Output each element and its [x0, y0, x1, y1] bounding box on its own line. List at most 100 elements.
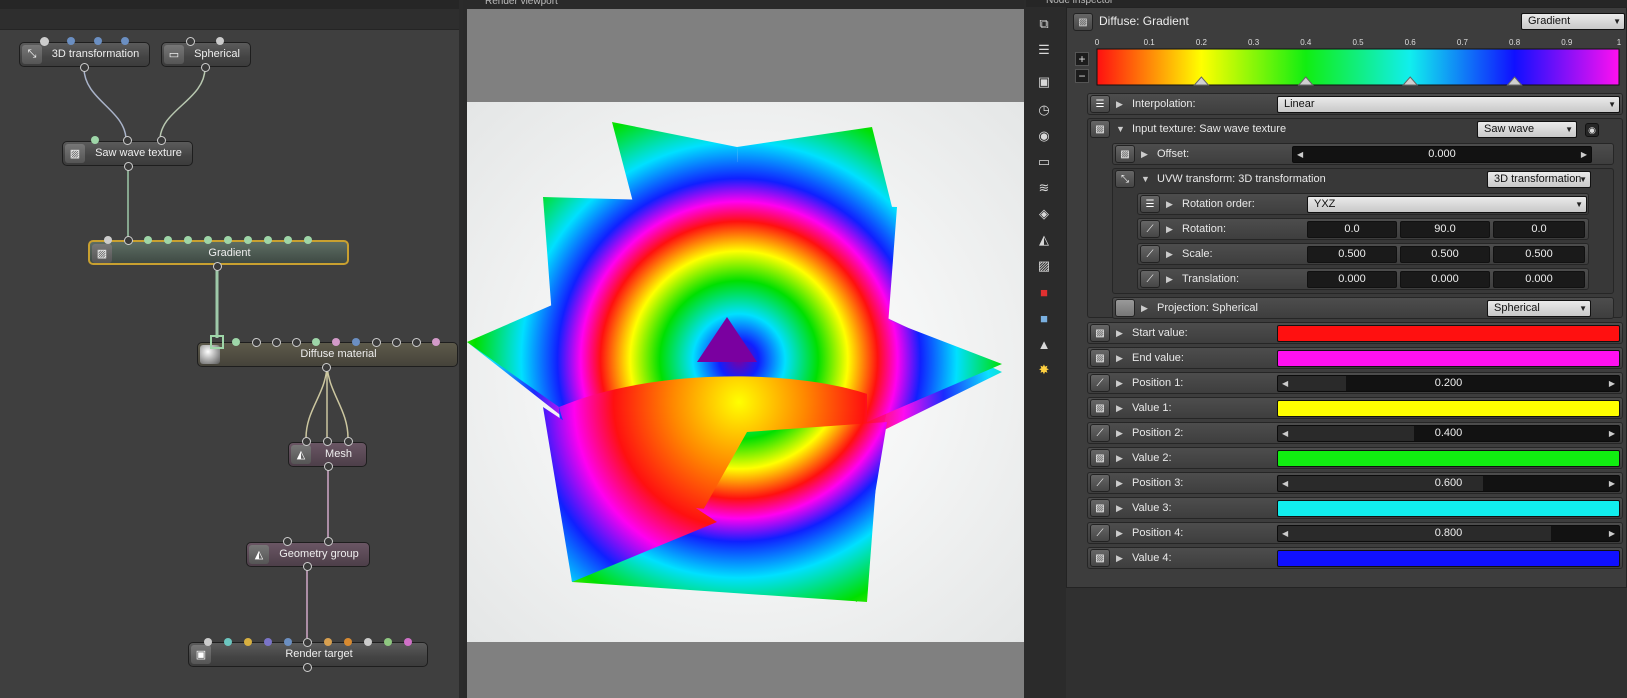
offset-slider[interactable]: ◀ 0.000 ▶ [1292, 146, 1592, 163]
render-viewport-pane[interactable]: Render viewport [467, 0, 1026, 698]
input-pin[interactable] [264, 236, 272, 244]
eye-icon[interactable]: ◉ [1585, 123, 1599, 137]
translation-y-field[interactable]: 0.000 [1400, 271, 1490, 288]
selected-input-pin[interactable] [210, 335, 224, 349]
left-arrow-icon[interactable]: ◀ [1282, 426, 1288, 441]
input-pin[interactable] [283, 537, 292, 546]
rotation-y-field[interactable]: 90.0 [1400, 221, 1490, 238]
expand-arrow-icon[interactable]: ▶ [1116, 94, 1123, 114]
row-position2[interactable]: ⟋ ▶ Position 2: ◀ 0.400 ▶ [1087, 422, 1623, 444]
right-arrow-icon[interactable]: ▶ [1609, 426, 1615, 441]
input-pin[interactable] [352, 338, 360, 346]
output-pin[interactable] [303, 663, 312, 672]
row-uvw-transform[interactable]: ⤡ ▼ UVW transform: 3D transformation 3D … [1112, 168, 1614, 294]
add-stop-button[interactable]: + [1075, 52, 1089, 66]
input-pin[interactable] [432, 338, 440, 346]
expand-arrow-icon[interactable]: ▶ [1116, 498, 1123, 518]
row-end-value[interactable]: ▨ ▶ End value: [1087, 347, 1623, 369]
scale-x-field[interactable]: 0.500 [1307, 246, 1397, 263]
input-pin[interactable] [124, 236, 133, 245]
left-arrow-icon[interactable]: ◀ [1282, 476, 1288, 491]
input-pin[interactable] [67, 37, 75, 45]
color-swatch[interactable] [1277, 450, 1620, 467]
node-inspector-pane[interactable]: Node inspector ⧉ ☰ ▣ ◷ ◉ ▭ ≋ ◈ ◭ ▨ ■ ■ ▲… [1026, 0, 1627, 698]
position-slider[interactable]: ◀ 0.600 ▶ [1277, 475, 1620, 492]
interpolation-dropdown[interactable]: Linear ▼ [1277, 96, 1620, 113]
row-position4[interactable]: ⟋ ▶ Position 4: ◀ 0.800 ▶ [1087, 522, 1623, 544]
output-pin[interactable] [213, 262, 222, 271]
row-rotation[interactable]: ⟋ ▶ Rotation: 0.0 90.0 0.0 [1137, 218, 1589, 240]
row-value4[interactable]: ▨ ▶ Value 4: [1087, 547, 1623, 569]
input-pin[interactable] [224, 638, 232, 646]
scale-y-field[interactable]: 0.500 [1400, 246, 1490, 263]
output-pin[interactable] [303, 562, 312, 571]
right-arrow-icon[interactable]: ▶ [1581, 147, 1587, 162]
input-pin[interactable] [292, 338, 301, 347]
output-pin[interactable] [322, 363, 331, 372]
expand-arrow-icon[interactable]: ▶ [1166, 244, 1173, 264]
input-pin[interactable] [121, 37, 129, 45]
expand-arrow-icon[interactable]: ▶ [1116, 423, 1123, 443]
node-type-dropdown[interactable]: Gradient ▼ [1521, 13, 1625, 30]
position-slider[interactable]: ◀ 0.200 ▶ [1277, 375, 1620, 392]
input-pin[interactable] [164, 236, 172, 244]
color-swatch[interactable] [1277, 325, 1620, 342]
row-interpolation[interactable]: ☰ ▶ Interpolation: Linear ▼ [1087, 93, 1623, 115]
input-pin[interactable] [344, 437, 353, 446]
row-translation[interactable]: ⟋ ▶ Translation: 0.000 0.000 0.000 [1137, 268, 1589, 290]
expand-arrow-icon[interactable]: ▶ [1116, 398, 1123, 418]
gradient-ramp[interactable]: 0 0.1 0.2 0.3 0.4 0.5 0.6 0.7 0.8 0.9 1 [1069, 34, 1625, 90]
input-pin[interactable] [123, 136, 132, 145]
output-pin[interactable] [324, 462, 333, 471]
light-icon[interactable]: ✸ [1035, 361, 1053, 379]
row-offset[interactable]: ▨ ▶ Offset: ◀ 0.000 ▶ [1112, 143, 1614, 165]
input-pin[interactable] [312, 338, 320, 346]
input-pin[interactable] [364, 638, 372, 646]
row-start-value[interactable]: ▨ ▶ Start value: [1087, 322, 1623, 344]
expand-arrow-icon[interactable]: ▶ [1141, 298, 1148, 318]
position-slider[interactable]: ◀ 0.400 ▶ [1277, 425, 1620, 442]
input-pin[interactable] [264, 638, 272, 646]
expand-arrow-icon[interactable]: ▶ [1166, 269, 1173, 289]
input-pin[interactable] [412, 338, 421, 347]
geometry-icon[interactable]: ◈ [1035, 205, 1053, 223]
left-arrow-icon[interactable]: ◀ [1282, 376, 1288, 391]
row-input-texture[interactable]: ▨ ▼ Input texture: Saw wave texture Saw … [1087, 118, 1623, 319]
input-pin[interactable] [272, 338, 281, 347]
scale-z-field[interactable]: 0.500 [1493, 246, 1585, 263]
translation-z-field[interactable]: 0.000 [1493, 271, 1585, 288]
output-pin[interactable] [80, 63, 89, 72]
expand-arrow-icon[interactable]: ▶ [1116, 448, 1123, 468]
remove-stop-button[interactable]: − [1075, 69, 1089, 83]
collapse-arrow-icon[interactable]: ▼ [1116, 119, 1125, 139]
projection-dropdown[interactable]: Spherical ▼ [1487, 300, 1591, 317]
expand-arrow-icon[interactable]: ▶ [1116, 523, 1123, 543]
input-pin[interactable] [324, 638, 332, 646]
left-arrow-icon[interactable]: ◀ [1297, 147, 1303, 162]
list-icon[interactable]: ☰ [1035, 41, 1053, 59]
position-slider[interactable]: ◀ 0.800 ▶ [1277, 525, 1620, 542]
input-pin[interactable] [204, 638, 212, 646]
input-pin[interactable] [94, 37, 102, 45]
row-position1[interactable]: ⟋ ▶ Position 1: ◀ 0.200 ▶ [1087, 372, 1623, 394]
output-pin[interactable] [201, 63, 210, 72]
input-pin[interactable] [302, 437, 311, 446]
color-swatch[interactable] [1277, 400, 1620, 417]
uvw-type-dropdown[interactable]: 3D transformation ▼ [1487, 171, 1591, 188]
input-pin[interactable] [232, 338, 240, 346]
stack-icon[interactable]: ≋ [1035, 179, 1053, 197]
color-swatch[interactable] [1277, 550, 1620, 567]
left-arrow-icon[interactable]: ◀ [1282, 526, 1288, 541]
input-pin[interactable] [303, 638, 312, 647]
picture-icon[interactable]: ▲ [1035, 335, 1053, 353]
monitor-icon[interactable]: ▭ [1035, 153, 1053, 171]
node-graph-pane[interactable]: ⤡ 3D transformation ▭ Spherical ▨ Saw wa… [0, 0, 463, 698]
input-pin[interactable] [404, 638, 412, 646]
rotation-order-dropdown[interactable]: YXZ ▼ [1307, 196, 1587, 213]
input-pin[interactable] [392, 338, 401, 347]
row-value1[interactable]: ▨ ▶ Value 1: [1087, 397, 1623, 419]
camera-icon[interactable]: ◉ [1035, 127, 1053, 145]
input-pin[interactable] [252, 338, 261, 347]
expand-arrow-icon[interactable]: ▶ [1116, 348, 1123, 368]
input-pin[interactable] [284, 638, 292, 646]
